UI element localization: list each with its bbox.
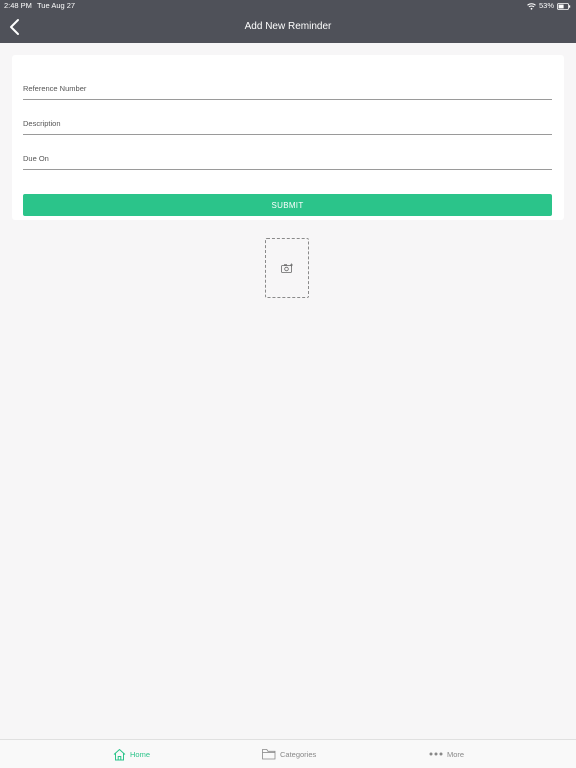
status-time: 2:48 PM: [4, 1, 32, 10]
add-photo-button[interactable]: [265, 238, 309, 298]
reminder-form: SUBMIT: [12, 55, 564, 220]
battery-percent: 53%: [538, 1, 554, 10]
tab-categories-label: Categories: [280, 749, 317, 759]
tab-bar: Home Categories More: [0, 739, 576, 768]
description-field-wrapper: [23, 112, 552, 135]
navigation-bar: Add New Reminder: [0, 12, 576, 43]
description-field[interactable]: [23, 113, 552, 133]
tab-home-label: Home: [130, 749, 151, 759]
status-date: Tue Aug 27: [37, 1, 76, 10]
due-on-field[interactable]: [23, 148, 552, 168]
tab-home[interactable]: Home: [113, 746, 150, 762]
status-bar: 2:48 PM Tue Aug 27 53%: [0, 0, 576, 12]
tab-more-label: More: [447, 749, 465, 759]
reference-number-field[interactable]: [23, 78, 552, 98]
battery-icon: [557, 2, 571, 10]
more-dots-icon: [429, 752, 443, 756]
folder-icon: [262, 748, 276, 760]
submit-button[interactable]: SUBMIT: [23, 194, 552, 216]
tab-more[interactable]: More: [429, 746, 464, 762]
wifi-icon: [527, 2, 536, 10]
home-icon: [113, 748, 126, 761]
reference-number-field-wrapper: [23, 77, 552, 100]
status-indicators: 53%: [527, 0, 571, 12]
due-on-field-wrapper: [23, 147, 552, 170]
tab-categories[interactable]: Categories: [262, 746, 316, 762]
page-title: Add New Reminder: [244, 21, 332, 32]
